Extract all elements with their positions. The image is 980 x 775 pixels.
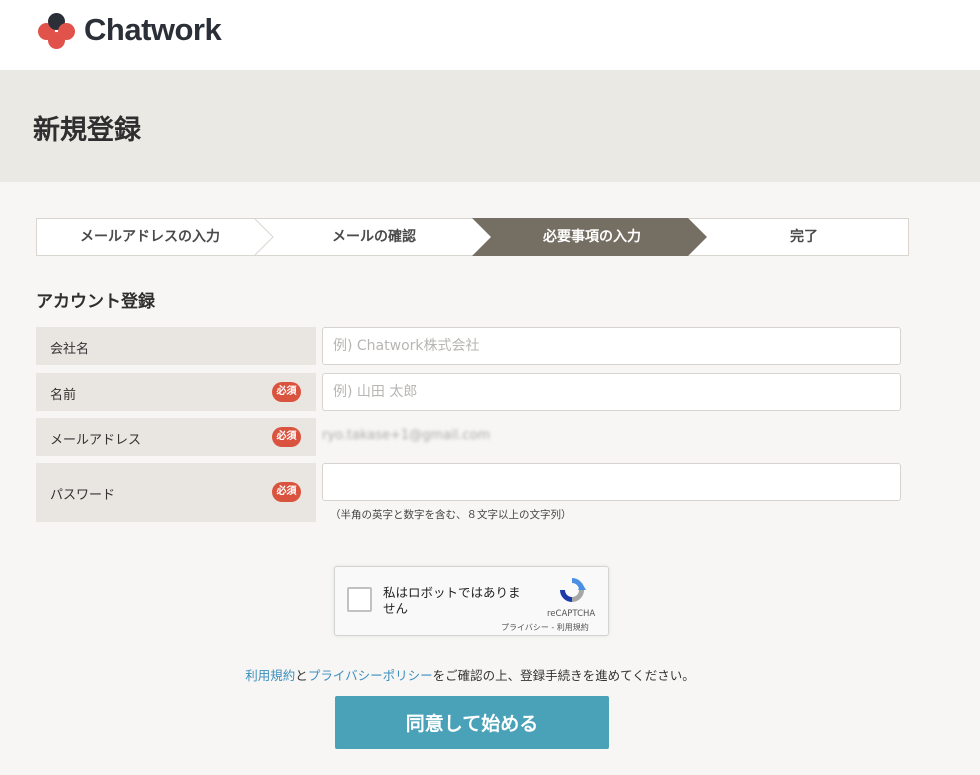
email-value: ryo.takase+1@gmail.com [322, 428, 491, 443]
logo-text: Chatwork [84, 12, 222, 47]
chatwork-logo[interactable]: Chatwork [36, 10, 222, 50]
name-label: 名前 [50, 388, 77, 403]
password-hint: （半角の英字と数字を含む、８文字以上の文字列） [330, 509, 572, 521]
page-title: 新規登録 [33, 115, 141, 146]
step-indicator: メールアドレスの入力 メールの確認 必要事項の入力 完了 [36, 218, 909, 256]
name-label-cell: 名前 必須 [36, 373, 316, 411]
password-label: パスワード [50, 488, 116, 503]
privacy-policy-link[interactable]: プライバシーポリシー [308, 668, 433, 683]
company-label: 会社名 [50, 342, 90, 357]
terms-link[interactable]: 利用規約 [245, 668, 295, 683]
required-badge: 必須 [272, 427, 301, 447]
chatwork-logo-icon [36, 10, 76, 50]
password-input[interactable] [322, 463, 901, 501]
company-input[interactable] [322, 327, 901, 365]
section-title: アカウント登録 [36, 292, 155, 312]
email-label-cell: メールアドレス 必須 [36, 418, 316, 456]
step-email-confirm: メールの確認 [332, 229, 416, 245]
consent-text: 利用規約とプライバシーポリシーをご確認の上、登録手続きを進めてください。 [0, 665, 940, 684]
recaptcha-widget: 私はロボットではありません reCAPTCHA プライバシー - 利用規約 [334, 566, 609, 636]
page-header: 新規登録 [0, 70, 980, 182]
required-badge: 必須 [272, 482, 301, 502]
step-email-input: メールアドレスの入力 [80, 229, 220, 245]
required-badge: 必須 [272, 382, 301, 402]
top-bar: Chatwork [0, 0, 980, 70]
email-label: メールアドレス [50, 433, 142, 448]
step-complete: 完了 [790, 229, 818, 245]
recaptcha-checkbox[interactable] [347, 587, 372, 612]
recaptcha-icon [560, 578, 586, 602]
password-label-cell: パスワード 必須 [36, 463, 316, 522]
recaptcha-brand: reCAPTCHA [547, 609, 596, 619]
name-input[interactable] [322, 373, 901, 411]
step-required-info: 必要事項の入力 [543, 229, 641, 245]
consent-rest: をご確認の上、登録手続きを進めてください。 [432, 668, 695, 683]
recaptcha-label: 私はロボットではありません [383, 585, 521, 616]
company-label-cell: 会社名 [36, 327, 316, 365]
consent-and: と [295, 668, 308, 683]
agree-and-start-button[interactable]: 同意して始める [335, 696, 609, 749]
recaptcha-links[interactable]: プライバシー - 利用規約 [501, 622, 589, 633]
